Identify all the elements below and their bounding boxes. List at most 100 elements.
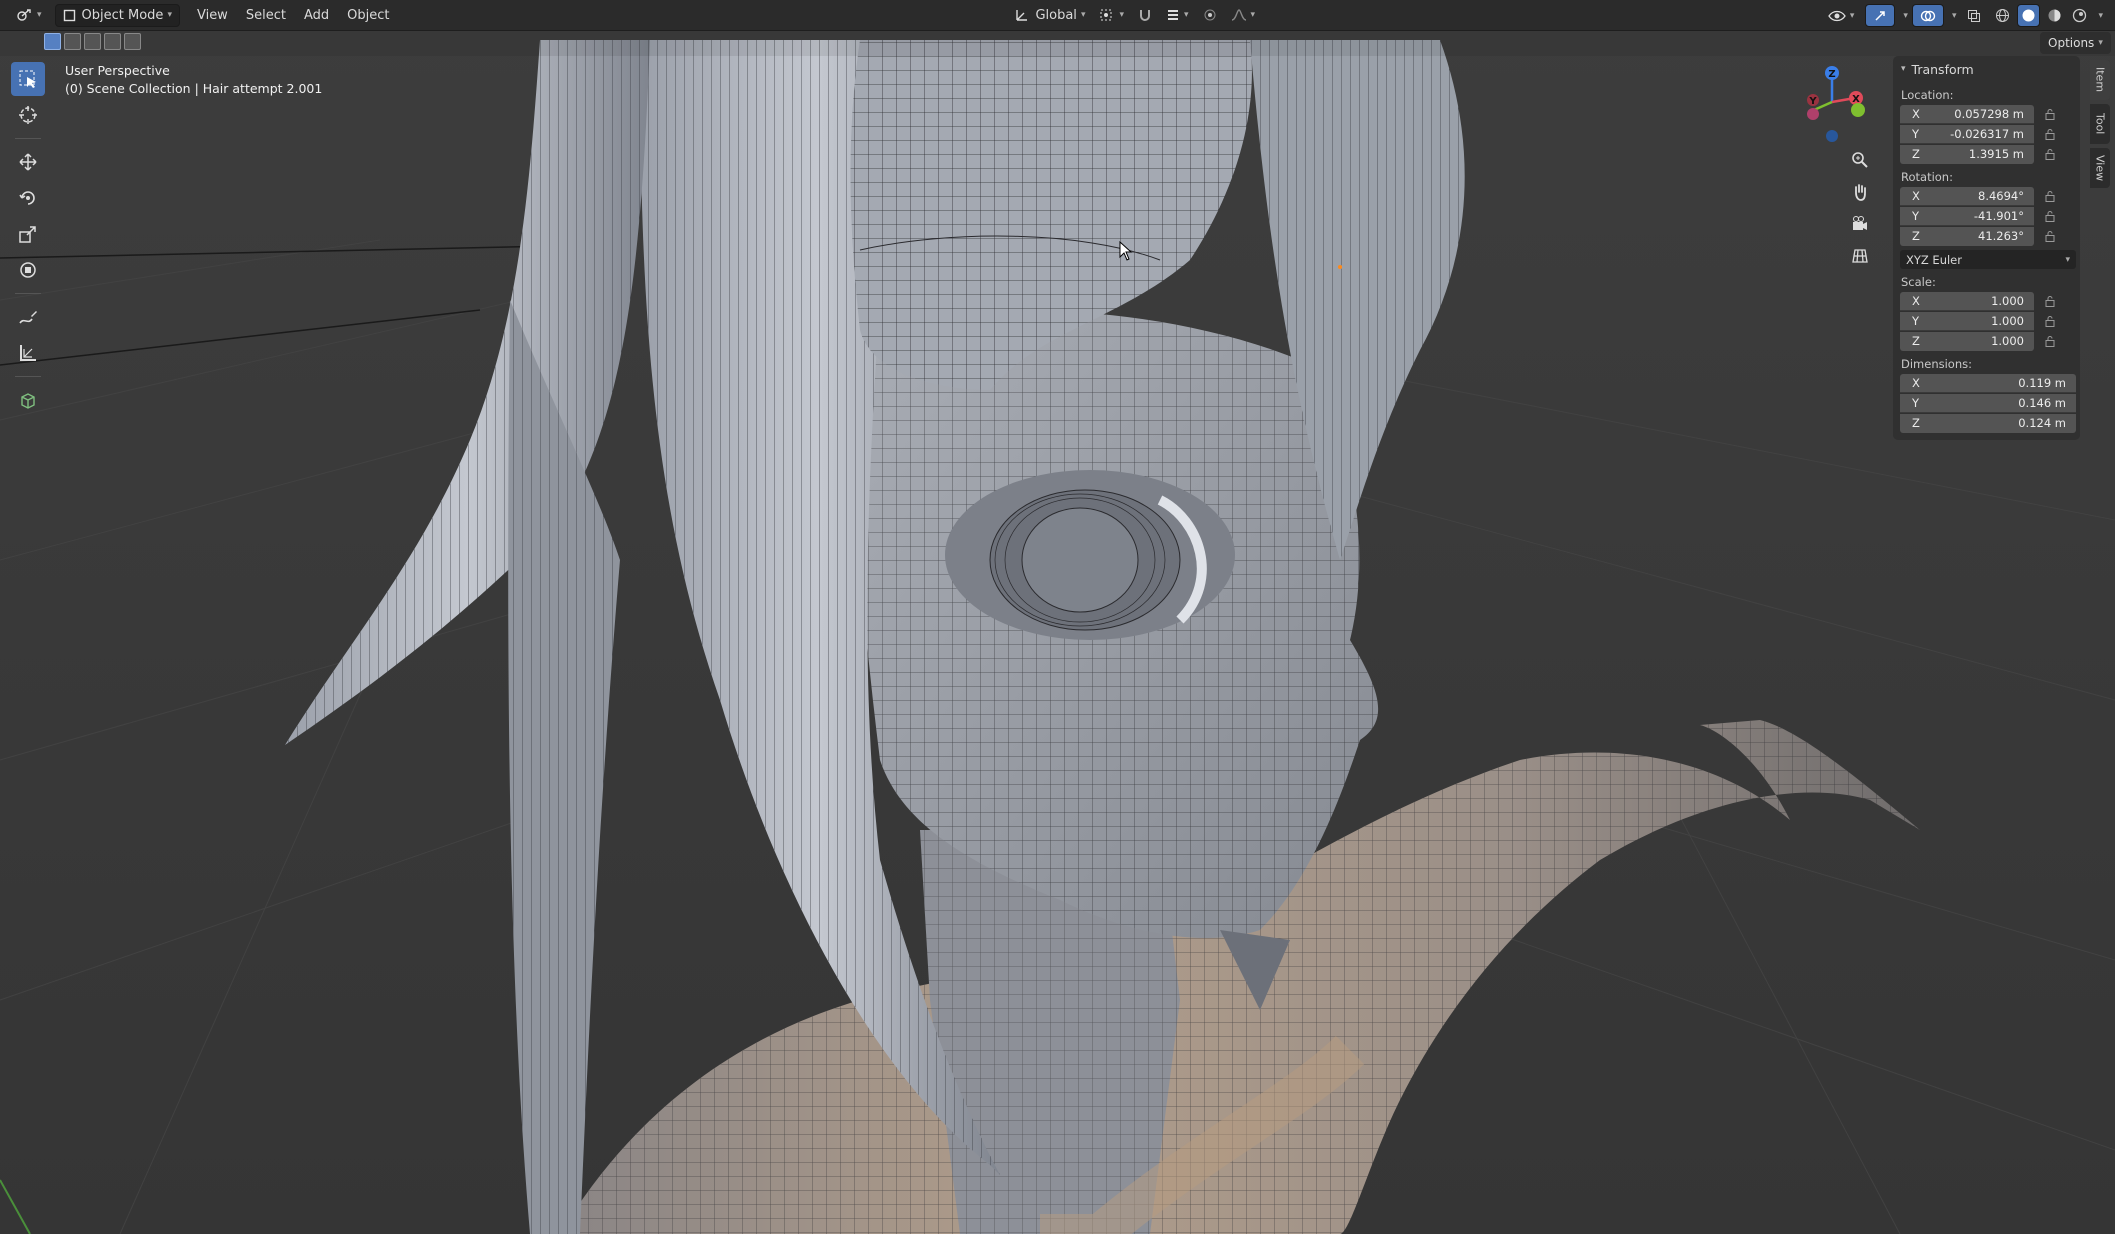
tab-view[interactable]: View [2090, 148, 2110, 188]
shading-solid[interactable] [2017, 4, 2041, 27]
xray-toggle[interactable] [1960, 4, 1988, 27]
lock-icon[interactable] [2038, 148, 2062, 160]
location-y-field[interactable]: Y -0.026317 m [1900, 124, 2034, 144]
select-mode-new-icon[interactable] [44, 33, 61, 50]
xray-icon [1967, 9, 1981, 23]
menu-select[interactable]: Select [237, 4, 295, 27]
field-value: -41.901° [1973, 208, 2024, 223]
projection-toggle-button[interactable] [1843, 242, 1877, 270]
dimensions-x-field[interactable]: X 0.119 m [1900, 373, 2076, 393]
lock-icon[interactable] [2038, 108, 2062, 120]
tab-label: Item [2093, 67, 2107, 93]
transform-title: Transform [1911, 61, 1974, 77]
overlays-toggle[interactable] [1911, 4, 1944, 27]
gizmo-dropdown-icon[interactable]: ▾ [1903, 11, 1908, 21]
tab-label: Tool [2093, 113, 2107, 135]
dimensions-y-row: Y 0.146 m [1900, 393, 2080, 413]
field-value: 1.3915 m [1968, 147, 2024, 161]
snap-toggle[interactable] [1131, 4, 1159, 27]
overlays-dropdown-icon[interactable]: ▾ [1952, 11, 1957, 21]
navigation-gizmo[interactable]: Z X Y [1796, 62, 1868, 146]
axis-letter: Y [1912, 395, 1920, 410]
scale-tool[interactable] [11, 217, 45, 251]
field-value: 41.263° [1978, 229, 2024, 243]
lock-icon[interactable] [2038, 315, 2062, 327]
measure-tool[interactable] [11, 336, 45, 370]
orientation-selector[interactable]: Global ▾ [1008, 4, 1092, 27]
add-cube-icon [18, 390, 38, 410]
snap-target-button[interactable]: ▾ [1159, 4, 1196, 27]
location-x-field[interactable]: X 0.057298 m [1900, 104, 2034, 124]
menu-add[interactable]: Add [295, 4, 338, 27]
select-mode-subtract-icon[interactable] [84, 33, 101, 50]
camera-view-button[interactable] [1843, 210, 1877, 238]
visibility-button[interactable]: ▾ [1821, 4, 1862, 27]
lock-icon[interactable] [2038, 128, 2062, 140]
menu-view[interactable]: View [188, 4, 237, 27]
select-mode-extend-icon[interactable] [64, 33, 81, 50]
rotation-x-field[interactable]: X 8.4694° [1900, 186, 2034, 206]
scale-z-row: Z 1.000 [1900, 331, 2080, 351]
rotate-tool[interactable] [11, 181, 45, 215]
location-x-row: X 0.057298 m [1900, 104, 2080, 124]
lock-icon[interactable] [2038, 210, 2062, 222]
lock-icon[interactable] [2038, 295, 2062, 307]
axis-letter: X [1912, 293, 1920, 308]
dimensions-z-field[interactable]: Z 0.124 m [1900, 413, 2076, 433]
shading-dropdown-icon[interactable]: ▾ [2098, 11, 2103, 21]
shading-material[interactable] [2044, 4, 2065, 27]
axis-letter: Y [1912, 208, 1920, 223]
scale-icon [18, 224, 38, 244]
location-z-field[interactable]: Z 1.3915 m [1900, 144, 2034, 164]
collection-label: (0) Scene Collection | Hair attempt 2.00… [65, 81, 323, 96]
lock-icon[interactable] [2038, 230, 2062, 242]
add-cube-tool[interactable] [11, 383, 45, 417]
transform-tool[interactable] [11, 253, 45, 287]
scale-z-field[interactable]: Z 1.000 [1900, 331, 2034, 351]
shading-rendered[interactable] [2069, 4, 2090, 27]
menu-object[interactable]: Object [338, 4, 398, 27]
viewport-scene[interactable] [0, 0, 2115, 1234]
lock-icon[interactable] [2038, 335, 2062, 347]
select-mode-intersect-icon[interactable] [124, 33, 141, 50]
scale-y-field[interactable]: Y 1.000 [1900, 311, 2034, 331]
transform-panel-header[interactable]: ▾ Transform [1893, 56, 2080, 82]
field-value: 1.000 [1991, 313, 2024, 328]
select-mode-strip [44, 33, 141, 54]
select-box-tool[interactable] [11, 62, 45, 96]
mode-selector[interactable]: Object Mode ▾ [54, 3, 180, 27]
rotation-mode-dropdown[interactable]: XYZ Euler ▾ [1900, 250, 2076, 269]
lock-icon[interactable] [2038, 190, 2062, 202]
falloff-curve-icon [1231, 8, 1247, 22]
dimensions-label: Dimensions: [1901, 357, 1972, 371]
pivot-point-button[interactable]: ▾ [1092, 4, 1131, 27]
proportional-editing-toggle[interactable] [1196, 4, 1224, 27]
field-value: 8.4694° [1978, 188, 2024, 203]
editor-type-button[interactable]: ▾ [8, 4, 49, 27]
scale-y-row: Y 1.000 [1900, 311, 2080, 331]
scale-x-field[interactable]: X 1.000 [1900, 291, 2034, 311]
select-mode-invert-icon[interactable] [104, 33, 121, 50]
gizmo-icon [1873, 9, 1887, 23]
axis-letter: Z [1912, 416, 1920, 430]
zoom-button[interactable] [1843, 146, 1877, 174]
dimensions-y-field[interactable]: Y 0.146 m [1900, 393, 2076, 413]
camera-icon [1851, 215, 1869, 233]
cursor-tool[interactable] [11, 98, 45, 132]
tab-item[interactable]: Item [2090, 60, 2110, 100]
rotation-label: Rotation: [1901, 170, 1953, 184]
falloff-button[interactable]: ▾ [1224, 4, 1263, 27]
scale-x-row: X 1.000 [1900, 291, 2080, 311]
shading-wireframe[interactable] [1992, 4, 2013, 27]
svg-text:Y: Y [1808, 96, 1817, 107]
rotation-z-field[interactable]: Z 41.263° [1900, 226, 2034, 246]
options-button[interactable]: Options ▾ [2040, 32, 2111, 54]
object-mode-icon [63, 9, 76, 22]
move-tool[interactable] [11, 145, 45, 179]
toolbar-divider [15, 293, 41, 294]
rotation-y-field[interactable]: Y -41.901° [1900, 206, 2034, 226]
tab-tool[interactable]: Tool [2090, 104, 2110, 144]
pan-button[interactable] [1843, 178, 1877, 206]
gizmo-toggle[interactable] [1865, 4, 1896, 27]
annotate-tool[interactable] [11, 300, 45, 334]
